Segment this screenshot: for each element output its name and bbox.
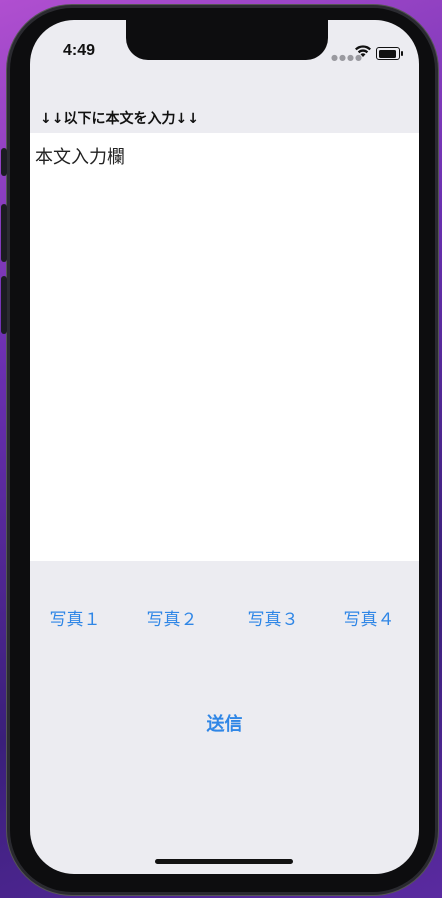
wifi-icon xyxy=(355,45,371,57)
body-instruction-label: ↓↓以下に本文を入力↓↓ xyxy=(40,111,199,127)
status-bar: 4:49 ●●●● xyxy=(30,20,419,74)
photo-button-row: 写真１ 写真２ 写真３ 写真４ xyxy=(30,605,419,630)
photo-4-button[interactable]: 写真４ xyxy=(344,605,395,630)
screen: 4:49 ●●●● ↓↓以下に本文を入力↓↓ 本文入力欄 写真１ 写真２ 写真３… xyxy=(30,20,419,874)
volume-down-button xyxy=(1,276,7,334)
photo-2-button[interactable]: 写真２ xyxy=(147,605,198,630)
mute-switch xyxy=(1,148,7,176)
body-text-value: 本文入力欄 xyxy=(35,147,125,168)
body-text-input[interactable]: 本文入力欄 xyxy=(30,133,419,561)
photo-3-button[interactable]: 写真３ xyxy=(248,605,299,630)
status-time: 4:49 xyxy=(63,42,96,59)
battery-icon xyxy=(376,47,403,60)
photo-1-button[interactable]: 写真１ xyxy=(50,605,101,630)
home-indicator[interactable] xyxy=(155,859,293,864)
send-button[interactable]: 送信 xyxy=(207,710,243,736)
volume-up-button xyxy=(1,204,7,262)
